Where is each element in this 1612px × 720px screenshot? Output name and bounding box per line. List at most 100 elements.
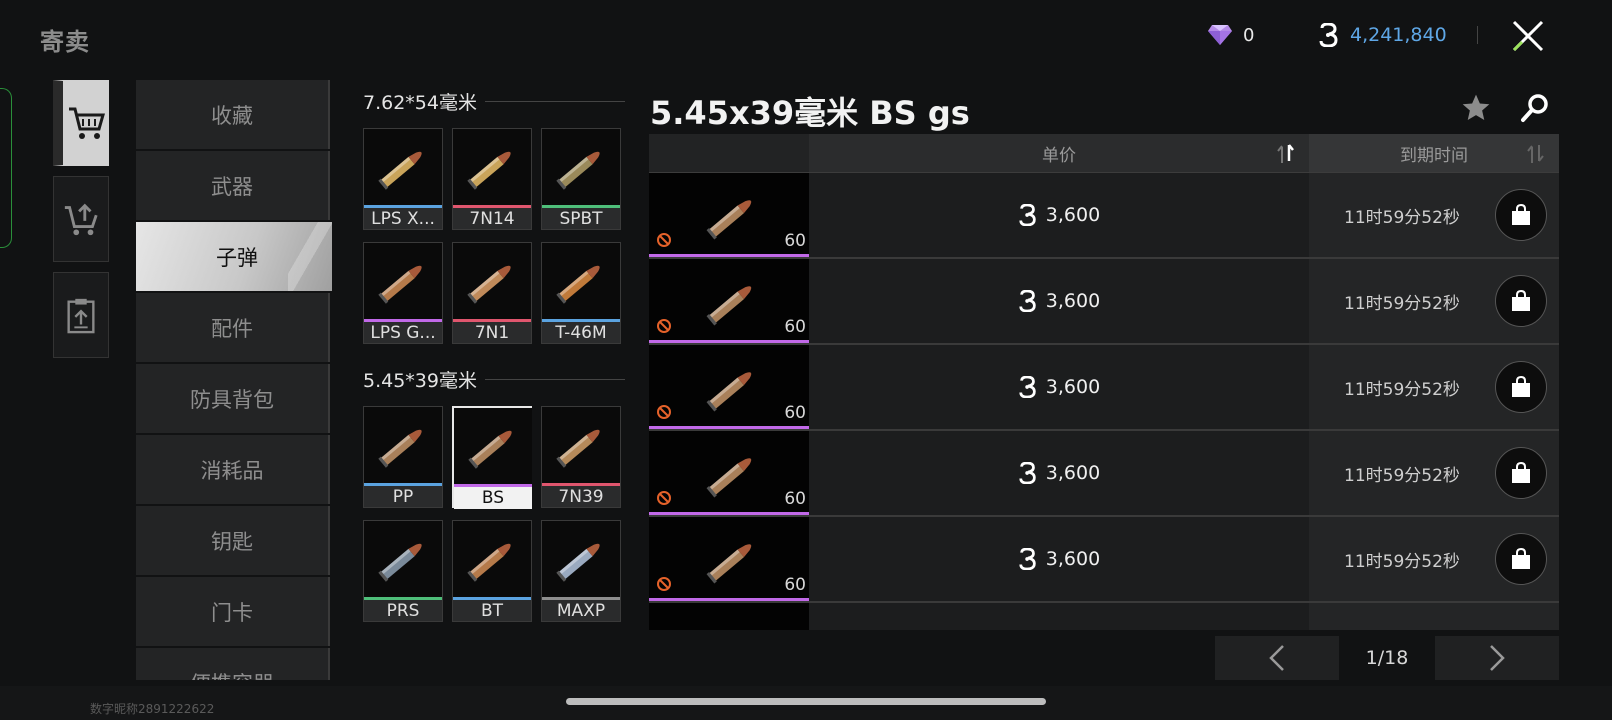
bullet-icon: [364, 243, 442, 319]
side-nav-sell[interactable]: [53, 176, 109, 262]
listing-thumb: [649, 603, 809, 630]
buy-button[interactable]: [1495, 447, 1547, 499]
money-amount: 4,241,840: [1350, 24, 1447, 46]
category-item[interactable]: 收藏: [136, 80, 330, 149]
bullet-icon: [542, 407, 620, 483]
ammo-tile[interactable]: T-46M: [541, 242, 621, 344]
listing-price: 3,600: [809, 517, 1309, 601]
ammo-grid: PP BS 7N39 PRS BT MAXP: [363, 406, 625, 622]
category-item[interactable]: 门卡: [136, 577, 330, 646]
ammo-tile[interactable]: LPS X...: [363, 128, 443, 230]
listing-qty: 60: [784, 403, 806, 423]
category-item[interactable]: 钥匙: [136, 506, 330, 575]
home-indicator[interactable]: [566, 698, 1046, 705]
col-item: [649, 134, 809, 172]
ammo-tile-label: 7N1: [474, 323, 510, 343]
bullet-icon: [453, 521, 531, 597]
listing-expiry: 11时59分52秒: [1309, 517, 1559, 601]
listing-price: [809, 603, 1309, 630]
ammo-tile[interactable]: 7N39: [541, 406, 621, 508]
ammo-tile[interactable]: PP: [363, 406, 443, 508]
category-item[interactable]: 武器: [136, 151, 330, 220]
ammo-tile[interactable]: BS: [452, 406, 532, 509]
currency-icon: [1018, 376, 1038, 398]
currency-icon: [1018, 204, 1038, 226]
buy-button[interactable]: [1495, 361, 1547, 413]
shopping-bag-icon: [1512, 375, 1530, 397]
currency-icon: [1018, 548, 1038, 570]
listing-row[interactable]: 60 3,600 11时59分52秒: [649, 517, 1559, 603]
listing-thumb: 60: [649, 259, 809, 343]
bullet-icon: [699, 355, 765, 425]
left-edge-tab[interactable]: [0, 88, 12, 248]
ammo-tile-label: LPS X...: [371, 209, 435, 229]
listing-price-value: 3,600: [1045, 376, 1101, 398]
search-button[interactable]: [1515, 88, 1555, 128]
ammo-tile-label: MAXP: [556, 601, 606, 621]
side-nav-orders[interactable]: [53, 272, 109, 358]
ammo-tile-label: PRS: [386, 601, 420, 621]
shopping-bag-icon: [1512, 461, 1530, 483]
buy-button[interactable]: [1495, 533, 1547, 585]
category-label: 子弹: [216, 245, 258, 270]
no-trade-icon: [656, 576, 672, 596]
category-label: 便携容器: [190, 668, 274, 681]
listing-table: 单价 到期时间 60 3,600 11时59分52秒 60 3,600 11时59分52秒…: [649, 134, 1559, 630]
bullet-icon: [453, 129, 531, 205]
listing-row[interactable]: 60 3,600 11时59分52秒: [649, 345, 1559, 431]
ammo-tile-label: T-46M: [555, 323, 607, 343]
ammo-tile[interactable]: 7N14: [452, 128, 532, 230]
listing-row[interactable]: 60 3,600 11时59分52秒: [649, 173, 1559, 259]
sort-expiry-icon[interactable]: [1527, 143, 1545, 170]
user-id-watermark: 数字昵称2891222622: [90, 702, 215, 716]
ammo-group-header: 5.45*39毫米: [363, 366, 625, 392]
side-nav: [53, 80, 109, 368]
bullet-icon: [364, 407, 442, 483]
side-nav-buy[interactable]: [53, 80, 109, 166]
shopping-bag-icon: [1512, 547, 1530, 569]
ammo-tile[interactable]: SPBT: [541, 128, 621, 230]
favorite-button[interactable]: [1456, 88, 1496, 128]
ammo-tile[interactable]: PRS: [363, 520, 443, 622]
next-page-button[interactable]: [1435, 636, 1559, 680]
listing-price: 3,600: [809, 173, 1309, 257]
close-button[interactable]: [1503, 12, 1553, 60]
ammo-tile[interactable]: MAXP: [541, 520, 621, 622]
ammo-tile-label: SPBT: [559, 209, 603, 229]
close-icon: [1512, 20, 1544, 52]
sort-price-icon[interactable]: [1277, 143, 1295, 170]
category-item[interactable]: 便携容器: [136, 648, 330, 680]
listing-expiry-value: 11时59分52秒: [1344, 465, 1460, 486]
bullet-icon: [542, 243, 620, 319]
category-item[interactable]: 消耗品: [136, 435, 330, 504]
ammo-tile[interactable]: LPS G...: [363, 242, 443, 344]
ammo-tile-label: BT: [480, 601, 504, 621]
listing-expiry-value: 11时59分52秒: [1344, 551, 1460, 572]
listing-row-partial[interactable]: [649, 603, 1559, 630]
listing-expiry-value: 11时59分52秒: [1344, 207, 1460, 228]
gem-balance: 0: [1207, 20, 1254, 50]
listing-row[interactable]: 60 3,600 11时59分52秒: [649, 259, 1559, 345]
prev-page-button[interactable]: [1215, 636, 1339, 680]
listing-thumb: 60: [649, 173, 809, 257]
ammo-tile[interactable]: BT: [452, 520, 532, 622]
ammo-panel: 7.62*54毫米 LPS X... 7N14 SPBT LPS G... 7N1 T-46…: [363, 88, 625, 628]
listing-qty: 60: [784, 489, 806, 509]
ammo-group-title: 5.45*39毫米: [363, 369, 477, 392]
buy-button[interactable]: [1495, 189, 1547, 241]
clipboard-upload-icon: [67, 298, 95, 334]
bullet-icon: [699, 269, 765, 339]
category-item[interactable]: 子弹: [136, 222, 332, 291]
bullet-icon: [364, 129, 442, 205]
bullet-icon: [699, 441, 765, 511]
category-list: 收藏武器子弹配件防具背包消耗品钥匙门卡便携容器: [136, 80, 332, 680]
ammo-group-header: 7.62*54毫米: [363, 88, 625, 114]
ammo-tile[interactable]: 7N1: [452, 242, 532, 344]
category-item[interactable]: 防具背包: [136, 364, 330, 433]
bullet-icon: [699, 183, 765, 253]
shopping-bag-icon: [1512, 289, 1530, 311]
buy-button[interactable]: [1495, 275, 1547, 327]
listing-price: 3,600: [809, 345, 1309, 429]
listing-row[interactable]: 60 3,600 11时59分52秒: [649, 431, 1559, 517]
category-item[interactable]: 配件: [136, 293, 330, 362]
